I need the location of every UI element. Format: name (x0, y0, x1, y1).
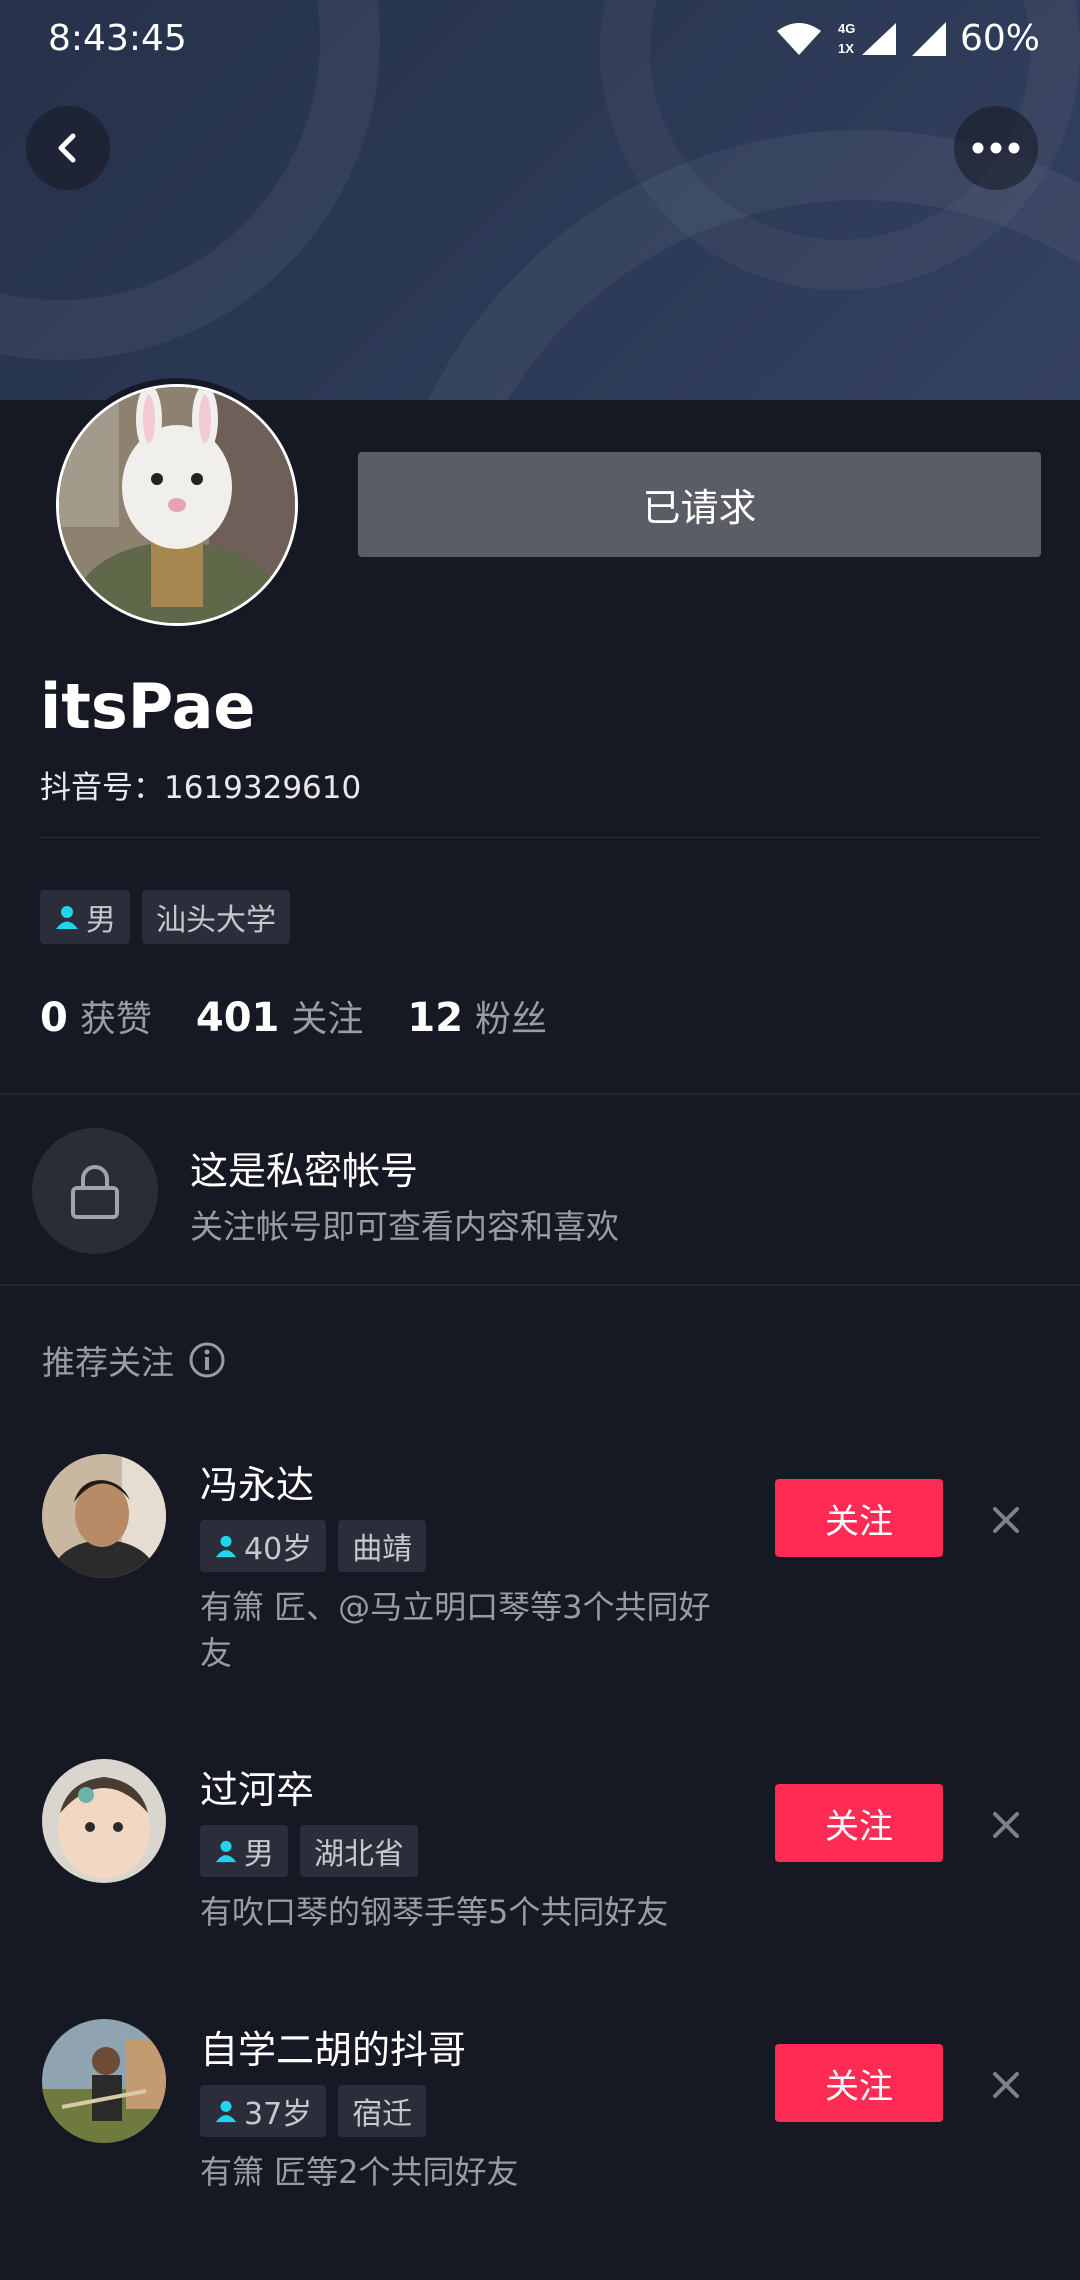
recommend-item[interactable]: 冯永达 40岁 曲靖 有箫 匠、@马立明口琴等3个共同好友 关注 (0, 1454, 1080, 1694)
recommend-header: 推荐关注 (42, 1336, 226, 1384)
avatar[interactable] (42, 1759, 166, 1883)
fans-stat[interactable]: 12 粉丝 (407, 990, 547, 1042)
recommend-name: 冯永达 (200, 1463, 315, 1507)
location-tag: 宿迁 (338, 2085, 427, 2137)
info-icon[interactable] (188, 1341, 226, 1379)
recommend-item[interactable]: 过河卒 男 湖北省 有吹口琴的钢琴手等5个共同好友 关注 (0, 1759, 1080, 1999)
wifi-icon (776, 22, 821, 55)
likes-count: 0 (40, 995, 68, 1041)
back-button[interactable] (26, 106, 110, 190)
location-tag: 湖北省 (300, 1825, 418, 1877)
school-tag: 汕头大学 (142, 890, 290, 944)
avatar-image (42, 1454, 166, 1578)
svg-text:1X: 1X (838, 41, 854, 56)
divider (40, 837, 1040, 838)
avatar[interactable] (56, 384, 298, 626)
section-divider (0, 1093, 1080, 1095)
mutual-friends-text: 有箫 匠、@马立明口琴等3个共同好友 (200, 1588, 711, 1672)
gender-label: 男 (86, 903, 116, 938)
gender-label: 男 (244, 1837, 274, 1872)
avatar[interactable] (42, 2019, 166, 2143)
follow-button[interactable]: 关注 (775, 1479, 943, 1557)
recommend-name: 过河卒 (200, 1768, 315, 1812)
profile-username: itsPae (40, 670, 256, 743)
profile-douyin-id: 抖音号：1619329610 (40, 770, 362, 806)
mutual-friends-text: 有箫 匠等2个共同好友 (200, 2153, 519, 2191)
profile-stats: 0 获赞 401 关注 12 粉丝 (40, 990, 547, 1042)
avatar[interactable] (42, 1454, 166, 1578)
recommend-tags: 男 湖北省 (200, 1825, 418, 1877)
status-bar: 8:43:45 4G 1X 60% (0, 0, 1080, 80)
recommend-tags: 40岁 曲靖 (200, 1520, 427, 1572)
svg-text:4G: 4G (838, 21, 855, 36)
likes-stat: 0 获赞 (40, 990, 152, 1042)
person-icon (215, 1535, 237, 1558)
follow-button[interactable]: 关注 (775, 1784, 943, 1862)
avatar-image (59, 387, 295, 623)
avatar-image (42, 2019, 166, 2143)
private-account-title: 这是私密帐号 (190, 1149, 419, 1193)
dismiss-button[interactable] (980, 1799, 1032, 1851)
dismiss-button[interactable] (980, 1494, 1032, 1546)
age-label: 37岁 (244, 2097, 313, 2132)
avatar-image (42, 1759, 166, 1883)
age-tag: 40岁 (200, 1520, 327, 1572)
status-icons: 4G 1X 60% (774, 18, 1040, 59)
fans-count: 12 (407, 995, 464, 1041)
more-button[interactable] (954, 106, 1038, 190)
status-time: 8:43:45 (48, 18, 187, 59)
battery-level: 60% (959, 18, 1040, 59)
recommend-tags: 37岁 宿迁 (200, 2085, 427, 2137)
requested-button[interactable]: 已请求 (358, 452, 1041, 557)
age-tag: 37岁 (200, 2085, 327, 2137)
lock-badge (32, 1128, 158, 1254)
signal-icon: 4G 1X (838, 21, 896, 56)
follow-button[interactable]: 关注 (775, 2044, 943, 2122)
mutual-friends-text: 有吹口琴的钢琴手等5个共同好友 (200, 1893, 669, 1931)
age-label: 40岁 (244, 1532, 313, 1567)
following-count: 401 (195, 995, 280, 1041)
close-icon (993, 2072, 1019, 2098)
more-icon (972, 142, 1020, 154)
section-divider (0, 1284, 1080, 1286)
close-icon (993, 1507, 1019, 1533)
location-tag: 曲靖 (338, 1520, 427, 1572)
profile-tags: 男 汕头大学 (40, 890, 290, 944)
person-icon (56, 906, 78, 929)
back-icon (58, 133, 76, 163)
fans-label: 粉丝 (475, 999, 548, 1040)
following-stat[interactable]: 401 关注 (196, 990, 364, 1042)
lock-icon (71, 1165, 119, 1219)
person-icon (215, 2100, 237, 2123)
recommend-title: 推荐关注 (42, 1343, 174, 1382)
recommend-item[interactable]: 自学二胡的抖哥 37岁 宿迁 有箫 匠等2个共同好友 关注 (0, 2019, 1080, 2259)
dismiss-button[interactable] (980, 2059, 1032, 2111)
private-account-subtitle: 关注帐号即可查看内容和喜欢 (190, 1207, 619, 1246)
following-label: 关注 (291, 999, 364, 1040)
recommend-name: 自学二胡的抖哥 (200, 2028, 467, 2072)
signal-icon (911, 21, 946, 56)
likes-label: 获赞 (79, 999, 152, 1040)
gender-tag: 男 (40, 890, 130, 944)
person-icon (215, 1840, 237, 1863)
gender-tag: 男 (200, 1825, 288, 1877)
profile-avatar-frame (50, 378, 304, 632)
close-icon (993, 1812, 1019, 1838)
